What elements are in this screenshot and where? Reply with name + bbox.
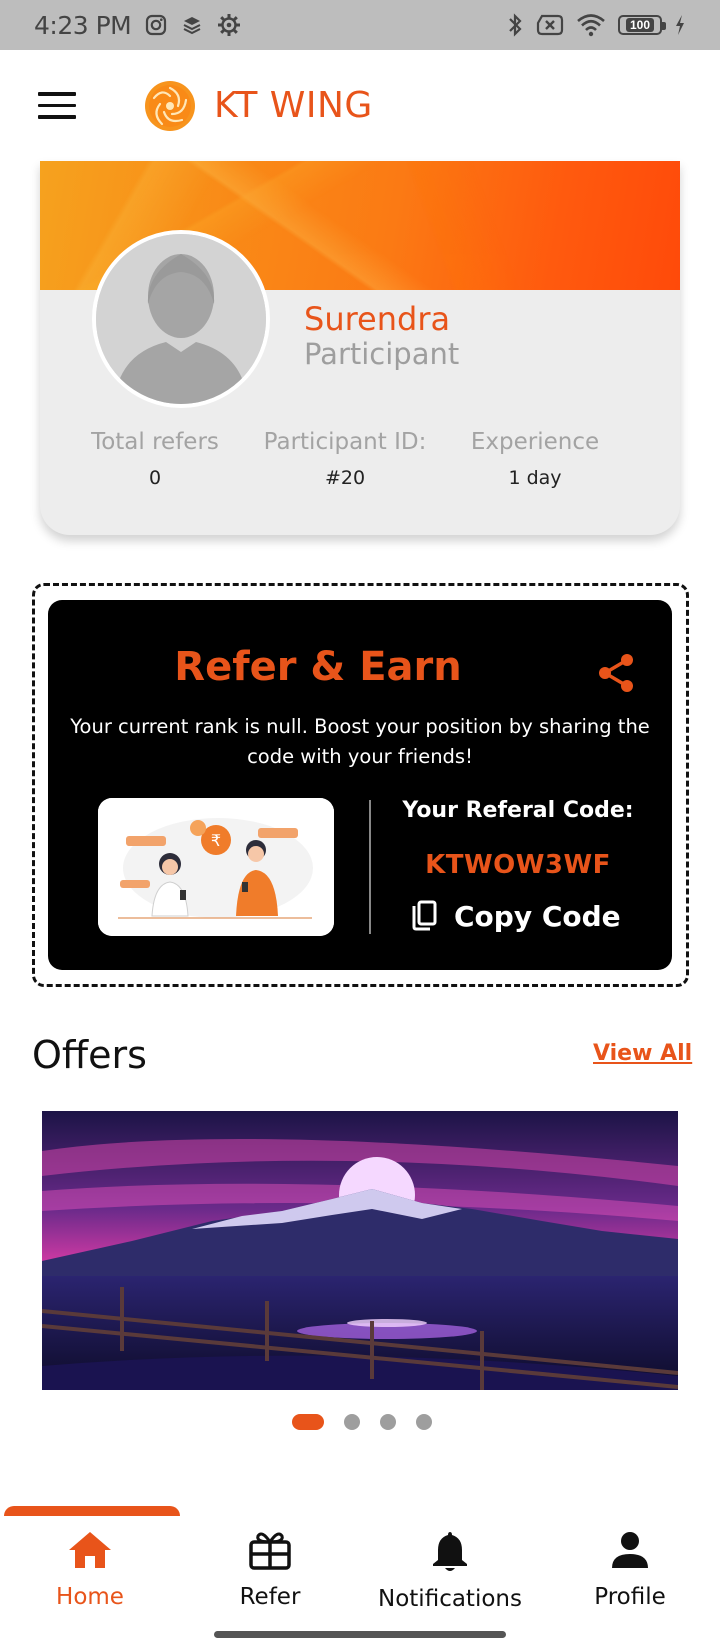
app-title: KT WING: [214, 85, 373, 126]
nav-active-indicator: [4, 1506, 180, 1516]
hamburger-menu-icon[interactable]: [38, 92, 76, 120]
bluetooth-icon: [509, 13, 522, 37]
nav-home[interactable]: Home: [0, 1516, 180, 1636]
carousel-dots: [0, 1414, 720, 1430]
status-left-icons: [145, 13, 241, 37]
stat-value: #20: [324, 467, 366, 489]
nav-label: Profile: [594, 1584, 666, 1610]
referral-code: KTWOW3WF: [425, 850, 611, 880]
stat-value: 0: [148, 467, 162, 489]
status-right-icons: 100: [506, 12, 686, 38]
svg-text:₹: ₹: [211, 831, 221, 850]
stat-experience: Experience 1 day: [460, 429, 610, 489]
carousel-dot-1[interactable]: [292, 1414, 324, 1430]
settings-gear-icon: [218, 14, 241, 36]
view-all-link[interactable]: View All: [593, 1041, 692, 1066]
refer-title: Refer & Earn: [174, 644, 462, 690]
bell-icon: [433, 1532, 467, 1571]
app-bar: KT WING: [0, 50, 720, 160]
wifi-icon: [577, 14, 605, 37]
battery-level: 100: [625, 18, 655, 32]
app-screen: 4:23 PM 100 KT WING Surendra Participant…: [0, 0, 720, 1650]
offer-banner-image: [42, 1111, 678, 1390]
status-bar: 4:23 PM 100: [0, 0, 720, 50]
stat-total-refers: Total refers 0: [80, 429, 230, 489]
instagram-icon: [146, 14, 167, 36]
carousel-dot-2[interactable]: [344, 1414, 360, 1430]
stat-label: Experience: [470, 429, 600, 455]
refer-illustration: ₹: [98, 798, 334, 936]
nav-label: Notifications: [378, 1586, 522, 1612]
gift-icon: [249, 1532, 291, 1570]
person-icon: [612, 1532, 648, 1568]
offer-banner-slide[interactable]: [42, 1111, 678, 1390]
friends-sharing-illustration: ₹: [98, 798, 334, 936]
share-icon[interactable]: [596, 652, 636, 694]
refer-divider: [369, 800, 371, 934]
system-home-indicator[interactable]: [214, 1631, 506, 1638]
copy-icon: [412, 900, 437, 931]
nav-label: Home: [56, 1584, 124, 1610]
layers-icon: [183, 17, 201, 35]
copy-code-button[interactable]: Copy Code: [410, 896, 630, 936]
offers-heading: Offers: [32, 1033, 147, 1077]
nav-refer[interactable]: Refer: [180, 1516, 360, 1636]
stat-value: 1 day: [508, 467, 562, 489]
profile-card: Surendra Participant Total refers 0 Part…: [40, 161, 680, 535]
home-icon: [69, 1532, 111, 1568]
kt-wing-logo: [145, 81, 195, 131]
battery-indicator: 100: [618, 15, 666, 35]
nav-profile[interactable]: Profile: [540, 1516, 720, 1636]
user-name: Surendra: [304, 300, 451, 338]
refer-description: Your current rank is null. Boost your po…: [70, 715, 650, 768]
nav-notifications[interactable]: Notifications: [360, 1516, 540, 1636]
copy-code-label: Copy Code: [454, 899, 621, 933]
bottom-nav: Home Refer Notifications Profile: [0, 1516, 720, 1636]
carousel-dot-4[interactable]: [416, 1414, 432, 1430]
avatar[interactable]: [92, 230, 270, 408]
stat-label: Total refers: [91, 429, 219, 455]
charging-bolt-icon: [676, 15, 684, 35]
no-sim-icon: [536, 14, 564, 36]
carousel-dot-3[interactable]: [380, 1414, 396, 1430]
default-avatar-icon: [96, 234, 266, 404]
nav-label: Refer: [239, 1584, 301, 1610]
stat-label: Participant ID:: [263, 429, 427, 455]
status-time: 4:23 PM: [34, 10, 132, 40]
referral-code-label: Your Referal Code:: [402, 798, 634, 823]
refer-earn-card: Refer & Earn Your current rank is null. …: [48, 600, 672, 970]
user-role: Participant: [304, 337, 460, 371]
stat-participant-id: Participant ID: #20: [255, 429, 435, 489]
